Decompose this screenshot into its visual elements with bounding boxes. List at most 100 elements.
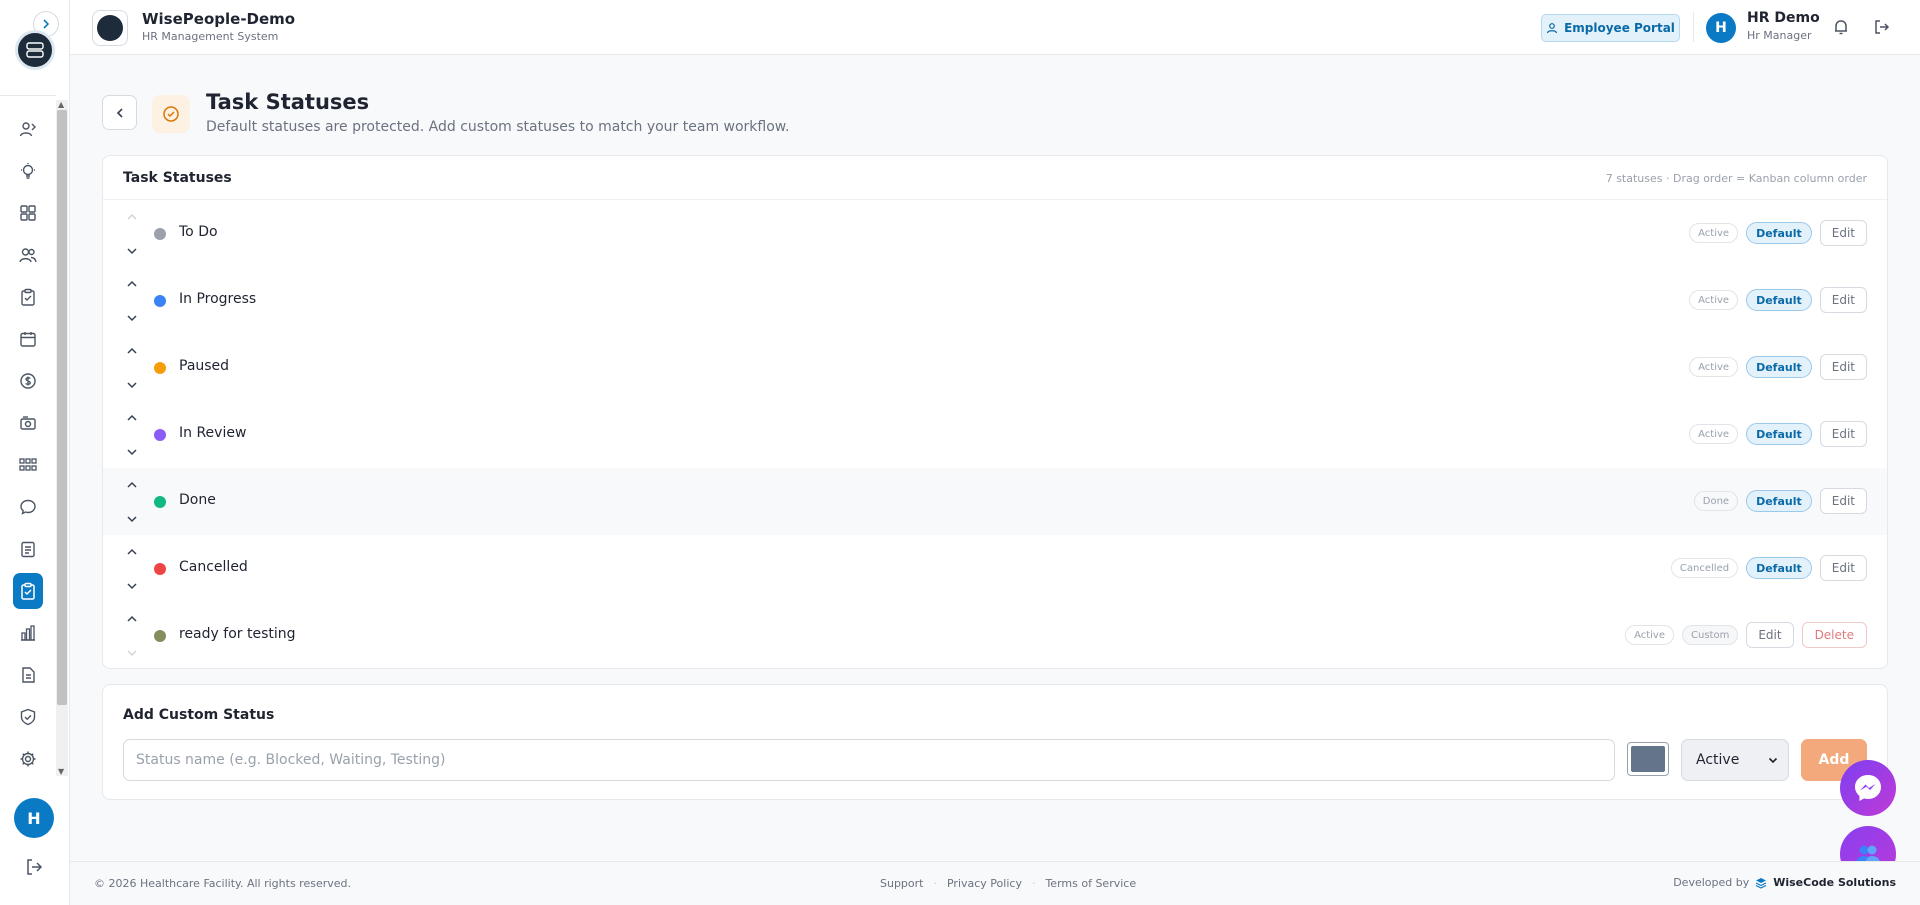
status-category-badge: Active xyxy=(1689,223,1739,243)
reorder-controls xyxy=(125,548,139,590)
status-row[interactable]: To Do Active Default Edit xyxy=(103,200,1887,267)
sidebar-item-dashboard[interactable] xyxy=(0,192,56,234)
move-down-icon[interactable] xyxy=(126,314,138,322)
sidebar-item-camera[interactable] xyxy=(0,402,56,444)
status-name: In Review xyxy=(179,425,247,441)
back-button[interactable] xyxy=(102,95,137,130)
color-picker[interactable] xyxy=(1627,742,1669,776)
sidebar-item-analytics[interactable] xyxy=(0,612,56,654)
footer-link-privacy[interactable]: Privacy Policy xyxy=(947,877,1022,890)
status-actions: Cancelled Default Edit xyxy=(1670,555,1867,581)
sidebar-scrollbar[interactable]: ▲ ▼ xyxy=(56,100,68,776)
status-row[interactable]: ready for testing Active Custom Edit Delete xyxy=(103,602,1887,668)
sidebar-item-gear[interactable] xyxy=(0,738,56,780)
move-down-icon[interactable] xyxy=(126,247,138,255)
sidebar-item-shield[interactable] xyxy=(0,696,56,738)
status-color-dot xyxy=(154,496,166,508)
move-up-icon[interactable] xyxy=(126,481,138,489)
custom-badge: Custom xyxy=(1682,625,1739,645)
edit-status-button[interactable]: Edit xyxy=(1746,622,1794,648)
header-logout-button[interactable] xyxy=(1873,18,1891,40)
edit-status-button[interactable]: Edit xyxy=(1819,220,1867,246)
status-row[interactable]: Done Done Default Edit xyxy=(103,468,1887,535)
move-up-icon[interactable] xyxy=(126,213,138,221)
status-color-dot xyxy=(154,362,166,374)
default-badge: Default xyxy=(1746,557,1812,579)
move-up-icon[interactable] xyxy=(126,347,138,355)
status-color-dot xyxy=(154,630,166,642)
status-name: In Progress xyxy=(179,291,257,307)
edit-status-button[interactable]: Edit xyxy=(1819,555,1867,581)
user-role: Hr Manager xyxy=(1747,29,1812,42)
logout-icon xyxy=(1875,20,1890,34)
calendar-icon xyxy=(20,332,36,347)
move-down-icon[interactable] xyxy=(126,515,138,523)
messenger-button[interactable] xyxy=(1840,760,1896,816)
status-name-input[interactable] xyxy=(123,739,1615,781)
sidebar-item-checklist[interactable] xyxy=(0,528,56,570)
scroll-up-icon[interactable]: ▲ xyxy=(58,100,64,109)
status-color-dot xyxy=(154,295,166,307)
sidebar-item-task[interactable] xyxy=(0,570,56,612)
move-up-icon[interactable] xyxy=(126,615,138,623)
status-actions: Active Default Edit xyxy=(1689,287,1867,313)
category-select[interactable]: Active xyxy=(1681,739,1789,781)
sidebar-logo[interactable] xyxy=(15,30,55,70)
move-up-icon[interactable] xyxy=(126,548,138,556)
default-badge: Default xyxy=(1746,289,1812,311)
header-logo[interactable] xyxy=(92,10,128,46)
card-title: Task Statuses xyxy=(123,170,232,186)
status-row[interactable]: In Review Active Default Edit xyxy=(103,401,1887,468)
sidebar-item-lightbulb[interactable] xyxy=(0,150,56,192)
bell-icon xyxy=(1835,20,1847,35)
sidebar-item-clipboard[interactable] xyxy=(0,276,56,318)
default-badge: Default xyxy=(1746,356,1812,378)
sidebar-item-users[interactable] xyxy=(0,108,56,150)
move-up-icon[interactable] xyxy=(126,414,138,422)
sidebar-item-calendar[interactable] xyxy=(0,318,56,360)
move-down-icon[interactable] xyxy=(126,582,138,590)
edit-status-button[interactable]: Edit xyxy=(1819,488,1867,514)
footer-copyright: © 2026 Healthcare Facility. All rights r… xyxy=(94,877,351,890)
camera-icon xyxy=(20,416,36,430)
move-down-icon[interactable] xyxy=(126,448,138,456)
move-down-icon[interactable] xyxy=(126,381,138,389)
move-up-icon[interactable] xyxy=(126,280,138,288)
sidebar-item-dollar[interactable] xyxy=(0,360,56,402)
employee-portal-button[interactable]: Employee Portal xyxy=(1541,14,1680,42)
scroll-down-icon[interactable]: ▼ xyxy=(58,767,64,776)
sidebar-item-team[interactable] xyxy=(0,234,56,276)
footer-separator: · xyxy=(933,877,937,890)
sidebar-item-document[interactable] xyxy=(0,654,56,696)
notifications-button[interactable] xyxy=(1832,18,1850,40)
sidebar-avatar[interactable]: H xyxy=(14,798,54,838)
edit-status-button[interactable]: Edit xyxy=(1819,287,1867,313)
footer-link-support[interactable]: Support xyxy=(880,877,923,890)
sidebar-item-bg xyxy=(13,405,43,441)
reorder-controls xyxy=(125,615,139,657)
top-header: WisePeople-Demo HR Management System Emp… xyxy=(70,0,1920,55)
status-actions: Active Default Edit xyxy=(1689,220,1867,246)
check-circle-icon xyxy=(163,106,179,122)
status-name: Cancelled xyxy=(179,559,248,575)
edit-status-button[interactable]: Edit xyxy=(1819,354,1867,380)
footer-brand[interactable]: WiseCode Solutions xyxy=(1773,876,1896,889)
status-row[interactable]: In Progress Active Default Edit xyxy=(103,267,1887,334)
sidebar-divider xyxy=(0,95,56,96)
delete-status-button[interactable]: Delete xyxy=(1801,622,1867,648)
status-category-badge: Active xyxy=(1689,290,1739,310)
scrollbar-thumb[interactable] xyxy=(57,110,67,705)
status-category-badge: Active xyxy=(1689,357,1739,377)
user-avatar[interactable]: H xyxy=(1706,13,1736,43)
footer-link-terms[interactable]: Terms of Service xyxy=(1045,877,1136,890)
status-row[interactable]: Paused Active Default Edit xyxy=(103,334,1887,401)
sidebar-item-chat[interactable] xyxy=(0,486,56,528)
footer-developer: Developed by WiseCode Solutions xyxy=(1673,876,1896,889)
employee-portal-label: Employee Portal xyxy=(1564,21,1675,35)
chevron-right-icon xyxy=(43,19,50,29)
sidebar-item-org-chart[interactable] xyxy=(0,444,56,486)
logout-button[interactable] xyxy=(24,857,44,881)
edit-status-button[interactable]: Edit xyxy=(1819,421,1867,447)
move-down-icon[interactable] xyxy=(126,649,138,657)
status-row[interactable]: Cancelled Cancelled Default Edit xyxy=(103,535,1887,602)
